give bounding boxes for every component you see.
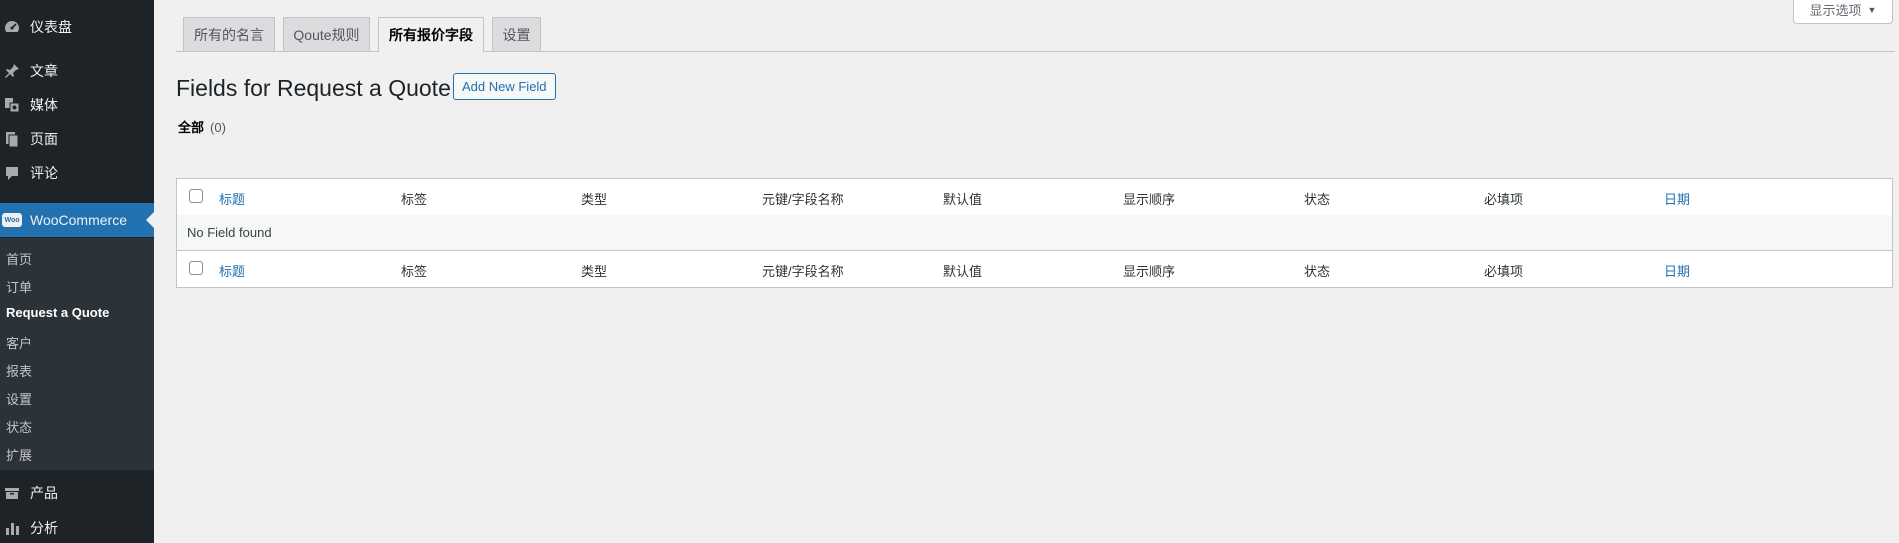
select-all-checkbox[interactable] [189, 189, 203, 203]
woocommerce-icon: Woo [2, 210, 22, 230]
submenu-item-request-a-quote[interactable]: Request a Quote [6, 305, 109, 320]
products-icon [2, 483, 22, 503]
sidebar-item-analytics[interactable]: 分析 [0, 513, 154, 543]
status-filter: 全部 (0) [178, 117, 226, 136]
column-status: 状态 [1304, 192, 1331, 207]
caret-down-icon: ▼ [1867, 4, 1877, 15]
page-icon [2, 129, 22, 149]
page-title: Fields for Request a Quote [176, 75, 451, 101]
column-date-footer[interactable]: 日期 [1664, 261, 1690, 280]
column-type: 类型 [581, 192, 608, 207]
column-date[interactable]: 日期 [1664, 189, 1690, 208]
sidebar-item-dashboard[interactable]: 仪表盘 [0, 12, 154, 42]
add-new-field-button[interactable]: Add New Field [453, 73, 556, 100]
admin-sidebar: 仪表盘 文章 媒体 页面 评论 Woo WooCommerce 首页 订单 Re… [0, 0, 154, 543]
woocommerce-submenu: 首页 订单 Request a Quote 客户 报表 设置 状态 扩展 [0, 238, 154, 470]
column-title[interactable]: 标题 [219, 189, 245, 208]
submenu-item-settings[interactable]: 设置 [6, 389, 32, 408]
column-type-footer: 类型 [581, 264, 608, 279]
comment-icon [2, 163, 22, 183]
submenu-item-extensions[interactable]: 扩展 [6, 445, 32, 464]
filter-count: (0) [210, 120, 226, 135]
submenu-item-customers[interactable]: 客户 [6, 333, 32, 352]
column-meta-key-footer: 元键/字段名称 [762, 264, 844, 279]
column-label: 标签 [401, 192, 428, 207]
tab-all-quote-fields[interactable]: 所有报价字段 [378, 17, 484, 52]
table-header-row: 标题 标签 类型 元键/字段名称 默认值 显示顺序 状态 必填项 日期 [177, 179, 1892, 216]
analytics-icon [2, 518, 22, 538]
sidebar-item-label: 仪表盘 [30, 19, 72, 35]
sidebar-item-label: 产品 [30, 485, 58, 501]
column-required-footer: 必填项 [1484, 264, 1524, 279]
column-label-footer: 标签 [401, 264, 428, 279]
sidebar-item-label: 分析 [30, 520, 58, 536]
column-default-value-footer: 默认值 [943, 264, 983, 279]
sidebar-item-products[interactable]: 产品 [0, 478, 154, 508]
tab-all-quotes[interactable]: 所有的名言 [183, 17, 275, 51]
submenu-item-reports[interactable]: 报表 [6, 361, 32, 380]
column-required: 必填项 [1484, 192, 1524, 207]
tab-settings[interactable]: 设置 [492, 17, 541, 51]
submenu-item-status[interactable]: 状态 [6, 417, 32, 436]
sidebar-item-media[interactable]: 媒体 [0, 90, 154, 120]
sidebar-item-label: 页面 [30, 131, 58, 147]
table-empty-row: No Field found [177, 215, 1892, 251]
column-status-footer: 状态 [1304, 264, 1331, 279]
sidebar-item-pages[interactable]: 页面 [0, 124, 154, 154]
select-all-checkbox-footer[interactable] [189, 261, 203, 275]
column-display-order-footer: 显示顺序 [1123, 264, 1176, 279]
sidebar-item-woocommerce[interactable]: Woo WooCommerce [0, 203, 154, 237]
filter-all-link[interactable]: 全部 [178, 120, 204, 135]
sidebar-item-comments[interactable]: 评论 [0, 158, 154, 188]
pin-icon [2, 61, 22, 81]
sidebar-item-posts[interactable]: 文章 [0, 56, 154, 86]
column-display-order: 显示顺序 [1123, 192, 1176, 207]
column-default-value: 默认值 [943, 192, 983, 207]
submenu-item-home[interactable]: 首页 [6, 249, 32, 268]
sidebar-item-label: 文章 [30, 63, 58, 79]
column-meta-key: 元键/字段名称 [762, 192, 844, 207]
screen-options-label: 显示选项 [1809, 3, 1862, 18]
empty-message: No Field found [187, 225, 272, 240]
sidebar-item-label: WooCommerce [30, 212, 127, 228]
table-footer-row: 标题 标签 类型 元键/字段名称 默认值 显示顺序 状态 必填项 日期 [177, 251, 1892, 287]
tab-quote-rules[interactable]: Qoute规则 [283, 17, 370, 51]
media-icon [2, 95, 22, 115]
fields-table: 标题 标签 类型 元键/字段名称 默认值 显示顺序 状态 必填项 日期 No F… [176, 178, 1893, 288]
submenu-item-orders[interactable]: 订单 [6, 277, 32, 296]
dashboard-icon [2, 17, 22, 37]
sidebar-item-label: 评论 [30, 165, 58, 181]
column-title-footer[interactable]: 标题 [219, 261, 245, 280]
screen-options-button[interactable]: 显示选项 ▼ [1793, 0, 1893, 24]
sidebar-item-label: 媒体 [30, 97, 58, 113]
